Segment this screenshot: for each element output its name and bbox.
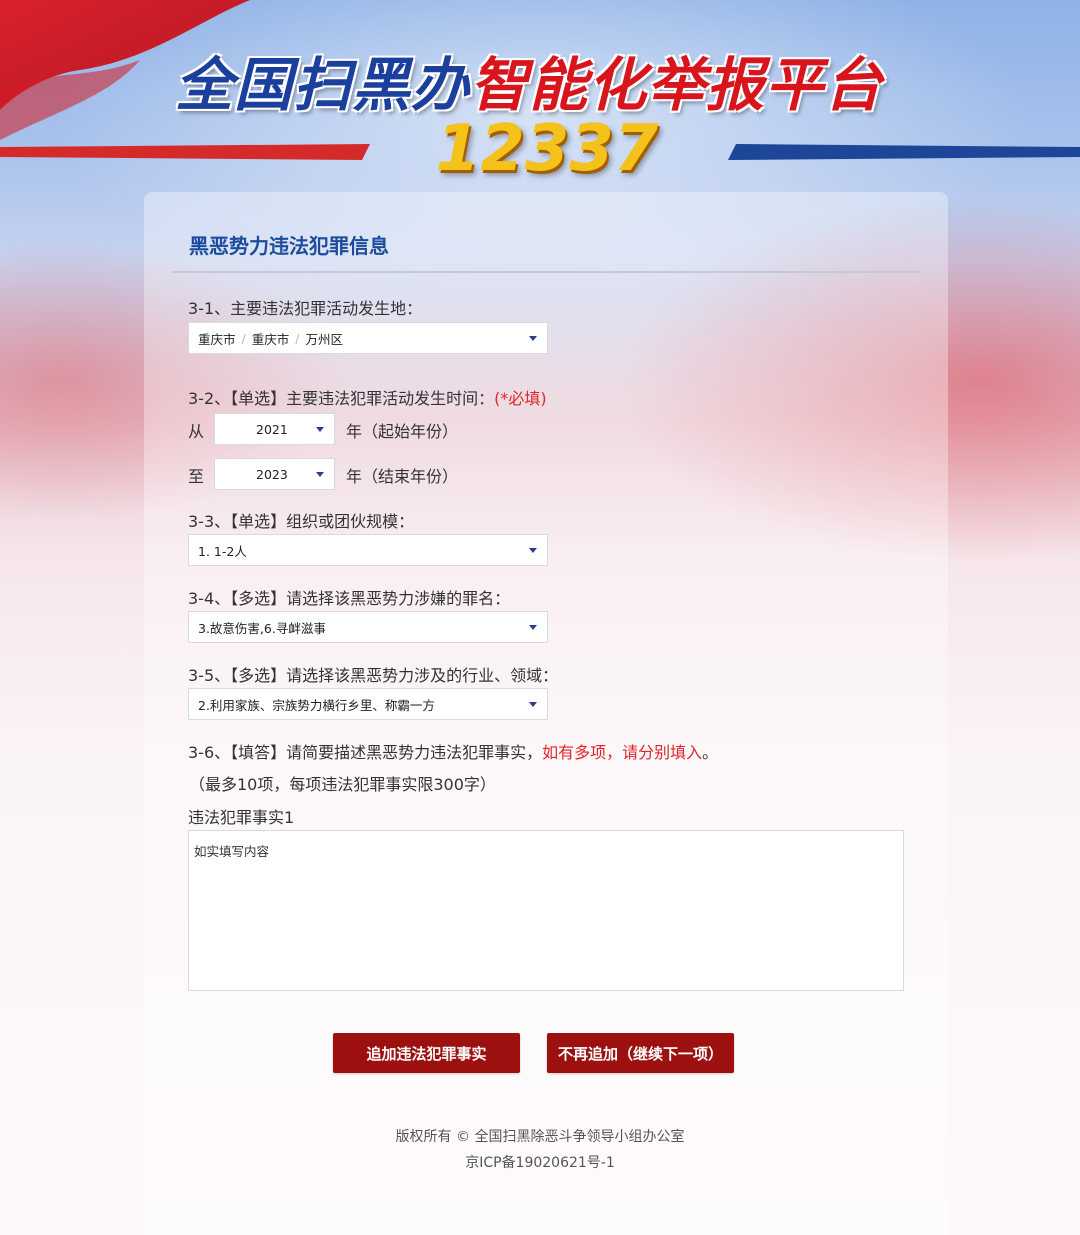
region-separator: / xyxy=(295,330,300,346)
q32-label-text: 3-2、【单选】主要违法犯罪活动发生时间： xyxy=(188,389,495,408)
start-year-suffix: 年（起始年份） xyxy=(346,422,459,441)
footer-copyright: 版权所有 © 全国扫黑除恶斗争领导小组办公室 xyxy=(395,1129,685,1145)
start-year-select[interactable]: 2021 xyxy=(214,413,335,445)
region-cascader[interactable]: 重庆市 / 重庆市 / 万州区 xyxy=(188,322,548,354)
chevron-down-icon xyxy=(316,427,324,432)
q36-label-text: 3-6、【填答】请简要描述黑恶势力违法犯罪事实， xyxy=(188,743,543,762)
hotline-number: 12337 xyxy=(435,112,659,186)
required-marker: (*必填) xyxy=(494,389,547,408)
q36-label-highlight: 如有多项，请分别填入 xyxy=(542,743,703,762)
chevron-down-icon xyxy=(316,472,324,477)
q36-label-end: 。 xyxy=(702,743,719,762)
q36-note: （最多10项，每项违法犯罪事实限300字） xyxy=(189,775,496,794)
group-size-value: 1. 1-2人 xyxy=(198,543,247,559)
fact-label: 违法犯罪事实1 xyxy=(188,808,295,827)
end-year-value: 2023 xyxy=(256,466,288,482)
crime-type-value: 3.故意伤害,6.寻衅滋事 xyxy=(198,620,326,636)
chevron-down-icon xyxy=(529,548,537,553)
region-separator: / xyxy=(241,330,246,346)
region-city: 重庆市 xyxy=(251,331,290,347)
industry-select[interactable]: 2.利用家族、宗族势力横行乡里、称霸一方 xyxy=(188,688,548,720)
from-label: 从 xyxy=(188,422,205,441)
group-size-select[interactable]: 1. 1-2人 xyxy=(188,534,548,566)
header-banner: 全国扫黑办智能化举报平台 12337 xyxy=(0,0,1080,200)
q31-label: 3-1、主要违法犯罪活动发生地： xyxy=(188,299,423,318)
industry-value: 2.利用家族、宗族势力横行乡里、称霸一方 xyxy=(198,697,435,713)
add-fact-button[interactable]: 追加违法犯罪事实 xyxy=(333,1033,520,1073)
continue-next-button[interactable]: 不再追加（继续下一项） xyxy=(547,1033,734,1073)
left-stripe-decoration xyxy=(0,144,370,160)
fact-textarea[interactable]: 如实填写内容 xyxy=(188,830,904,991)
q36-label: 3-6、【填答】请简要描述黑恶势力违法犯罪事实，如有多项，请分别填入。 xyxy=(188,739,718,763)
q33-label: 3-3、【单选】组织或团伙规模： xyxy=(188,512,415,531)
fact-placeholder: 如实填写内容 xyxy=(194,844,270,859)
end-year-select[interactable]: 2023 xyxy=(214,458,335,490)
right-stripe-decoration xyxy=(728,144,1080,160)
region-province: 重庆市 xyxy=(198,331,236,347)
section-title: 黑恶势力违法犯罪信息 xyxy=(189,234,389,258)
chevron-down-icon xyxy=(529,336,537,341)
q32-label: 3-2、【单选】主要违法犯罪活动发生时间：(*必填) xyxy=(188,385,547,409)
title-part1: 全国扫黑办 xyxy=(175,51,471,119)
to-label: 至 xyxy=(188,467,205,486)
footer-icp: 京ICP备19020621号-1 xyxy=(465,1155,615,1171)
chevron-down-icon xyxy=(529,625,537,630)
q35-label: 3-5、【多选】请选择该黑恶势力涉及的行业、领域： xyxy=(188,666,559,685)
q34-label: 3-4、【多选】请选择该黑恶势力涉嫌的罪名： xyxy=(188,589,511,608)
chevron-down-icon xyxy=(529,702,537,707)
section-divider xyxy=(172,271,920,273)
title-part2: 智能化举报平台 xyxy=(470,51,884,119)
start-year-value: 2021 xyxy=(256,421,288,437)
crime-type-select[interactable]: 3.故意伤害,6.寻衅滋事 xyxy=(188,611,548,643)
region-district: 万州区 xyxy=(305,331,343,347)
platform-title: 全国扫黑办智能化举报平台 xyxy=(175,38,935,122)
end-year-suffix: 年（结束年份） xyxy=(346,467,459,486)
